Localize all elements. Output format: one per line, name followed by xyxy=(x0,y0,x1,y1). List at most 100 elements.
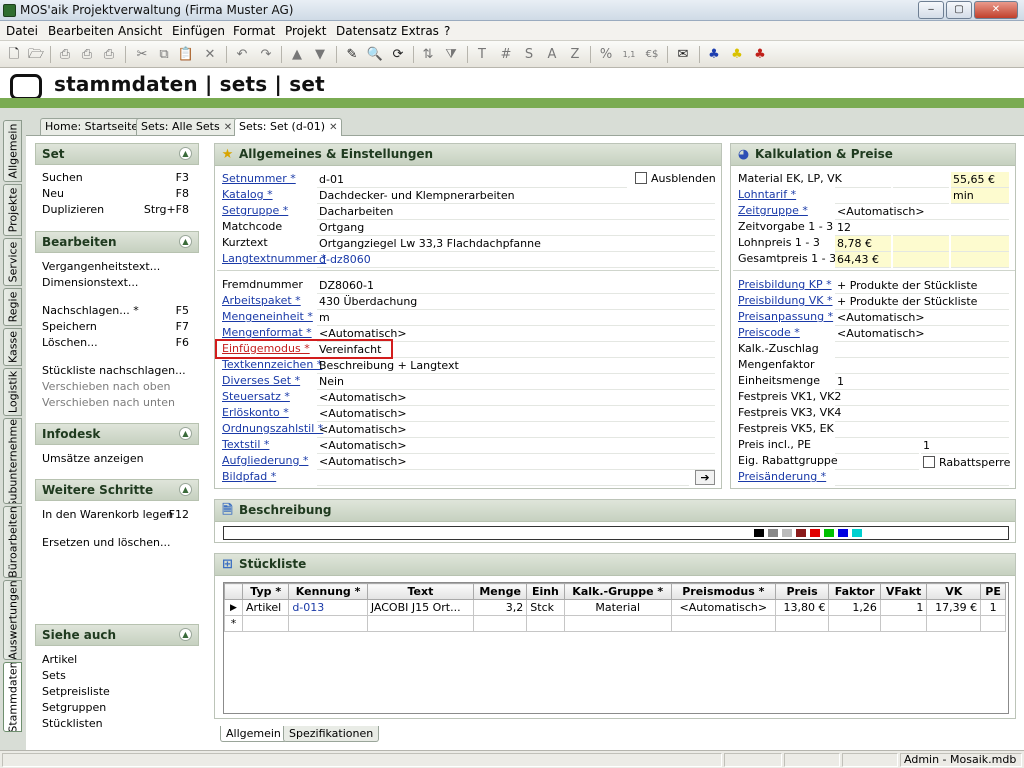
bottomtab-allgemein[interactable]: Allgemein xyxy=(220,726,287,742)
menu-format[interactable]: Format xyxy=(233,24,275,38)
col-vk[interactable]: VK xyxy=(926,583,982,600)
close-button[interactable]: ✕ xyxy=(974,1,1018,19)
open-folder-icon[interactable]: 🗁 xyxy=(26,45,46,65)
field-steuersatz[interactable]: <Automatisch> xyxy=(317,390,715,406)
collapse-icon[interactable]: ▲ xyxy=(179,147,192,160)
label-preiscode[interactable]: Preiscode * xyxy=(738,326,800,339)
link-stuecklisten[interactable]: Stücklisten xyxy=(42,717,103,730)
field-ordnungszahlstil[interactable]: <Automatisch> xyxy=(317,422,715,438)
cut-icon[interactable]: ✂ xyxy=(132,45,152,65)
vtab-bueroarbeiten[interactable]: Büroarbeiten xyxy=(3,506,22,578)
collapse-icon[interactable]: ▲ xyxy=(179,483,192,496)
field-zeitvorgabe-1-3-1[interactable]: 12 xyxy=(835,220,891,236)
action-ersetzen-loeschen[interactable]: Ersetzen und löschen... xyxy=(42,536,170,549)
field-festpreis-vk5-ek[interactable] xyxy=(835,422,1009,438)
action-loeschen[interactable]: Löschen... xyxy=(42,336,98,349)
number-format-icon[interactable]: # xyxy=(496,45,516,65)
field-kurztext[interactable]: Ortgangziegel Lw 33,3 Flachdachpfanne xyxy=(317,236,715,252)
refresh-icon[interactable]: ⟳ xyxy=(388,45,408,65)
label-diverses-set[interactable]: Diverses Set * xyxy=(222,374,300,387)
link-sets[interactable]: Sets xyxy=(42,669,66,682)
table-row[interactable]: ▶ Artikel d-013 JACOBI J15 Ort... 3,2 St… xyxy=(224,599,1006,616)
field-festpreis-vk1-vk2[interactable] xyxy=(835,390,1009,406)
maximize-button[interactable]: ▢ xyxy=(946,1,972,19)
checkbox-box[interactable] xyxy=(923,456,935,468)
label-erloeskonto[interactable]: Erlöskonto * xyxy=(222,406,289,419)
col-preismodus[interactable]: Preismodus * xyxy=(670,583,776,600)
print-icon[interactable]: ⎙ xyxy=(55,45,75,65)
col-typ[interactable]: Typ * xyxy=(241,583,290,600)
label-langtextnummer[interactable]: Langtextnummer * xyxy=(222,252,326,265)
label-textkennzeichen[interactable]: Textkennzeichen * xyxy=(222,358,322,371)
field-erloeskonto[interactable]: <Automatisch> xyxy=(317,406,715,422)
field-preisbildung-vk[interactable]: + Produkte der Stückliste xyxy=(835,294,1009,310)
label-preisbildung-vk[interactable]: Preisbildung VK * xyxy=(738,294,833,307)
field-langtextnummer[interactable]: d-dz8060 xyxy=(317,252,715,268)
label-aufgliederung[interactable]: Aufgliederung * xyxy=(222,454,308,467)
group-weitere-header[interactable]: Weitere Schritte ▲ xyxy=(35,479,199,501)
label-preisaenderung[interactable]: Preisänderung * xyxy=(738,470,826,483)
menu-projekt[interactable]: Projekt xyxy=(285,24,326,38)
col-text[interactable]: Text xyxy=(366,583,475,600)
new-row[interactable]: * xyxy=(224,615,1006,632)
currency-icon[interactable]: €$ xyxy=(642,45,662,65)
label-setnummer[interactable]: Setnummer * xyxy=(222,172,296,185)
field-mengeneinheit[interactable]: m xyxy=(317,310,715,326)
field-festpreis-vk3-vk4[interactable] xyxy=(835,406,1009,422)
filter-icon[interactable]: ⧩ xyxy=(441,45,461,65)
collapse-icon[interactable]: ▲ xyxy=(179,235,192,248)
field-lohnpreis-1-3-3[interactable] xyxy=(951,236,1009,252)
mail-icon[interactable]: ✉ xyxy=(673,45,693,65)
field-zeitgruppe[interactable]: <Automatisch> xyxy=(835,204,1009,220)
doctab-alle-sets[interactable]: Sets: Alle Sets ✕ xyxy=(136,118,238,135)
field-preis-incl-pe-2[interactable]: 1 xyxy=(921,438,1009,454)
close-tab-icon[interactable]: ✕ xyxy=(224,122,232,133)
group-set-header[interactable]: Set ▲ xyxy=(35,143,199,165)
col-preis[interactable]: Preis xyxy=(774,583,830,600)
menu-datensatz[interactable]: Datensatz xyxy=(336,24,397,38)
a-format-icon[interactable]: A xyxy=(542,45,562,65)
action-vergangenheitstext[interactable]: Vergangenheitstext... xyxy=(42,260,160,273)
sort-icon[interactable]: ⇅ xyxy=(418,45,438,65)
edit-pencil-icon[interactable]: ✎ xyxy=(342,45,362,65)
field-einheitsmenge[interactable]: 1 xyxy=(835,374,1009,390)
field-textkennzeichen[interactable]: Beschreibung + Langtext xyxy=(317,358,715,374)
bottomtab-spezifikationen[interactable]: Spezifikationen xyxy=(283,726,380,742)
doctab-set-d01[interactable]: Sets: Set (d-01) ✕ xyxy=(234,118,343,136)
field-textstil[interactable]: <Automatisch> xyxy=(317,438,715,454)
close-tab-icon[interactable]: ✕ xyxy=(329,122,337,133)
vtab-kasse[interactable]: Kasse xyxy=(3,328,22,366)
field-gesamtpreis-1-3-2[interactable] xyxy=(893,252,949,268)
col-pe[interactable]: PE xyxy=(980,583,1006,600)
paste-icon[interactable]: 📋 xyxy=(176,45,196,65)
group-bearbeiten-header[interactable]: Bearbeiten ▲ xyxy=(35,231,199,253)
ausblenden-checkbox[interactable]: Ausblenden xyxy=(635,172,716,185)
vtab-auswertungen[interactable]: Auswertungen xyxy=(3,580,22,660)
vtab-regie[interactable]: Regie xyxy=(3,288,22,326)
vtab-allgemein[interactable]: Allgemein xyxy=(3,120,22,182)
undo-icon[interactable]: ↶ xyxy=(232,45,252,65)
menu-bearbeiten[interactable]: Bearbeiten xyxy=(48,24,114,38)
field-gesamtpreis-1-3-3[interactable] xyxy=(951,252,1009,268)
print-preview-icon[interactable]: ⎙ xyxy=(77,45,97,65)
percent-icon[interactable]: % xyxy=(596,45,616,65)
field-setgruppe[interactable]: Dacharbeiten xyxy=(317,204,715,220)
col-kennung[interactable]: Kennung * xyxy=(288,583,368,600)
vtab-subunternehmer[interactable]: Subunternehmer xyxy=(3,418,22,504)
label-preisbildung-kp[interactable]: Preisbildung KP * xyxy=(738,278,832,291)
field-material-ek-lp-vk-2[interactable] xyxy=(893,172,949,188)
link-artikel[interactable]: Artikel xyxy=(42,653,77,666)
field-gesamtpreis-1-3-1[interactable]: 64,43 € xyxy=(835,252,891,268)
col-vfakt[interactable]: VFakt xyxy=(879,583,928,600)
field-lohnpreis-1-3-2[interactable] xyxy=(893,236,949,252)
field-fremdnummer[interactable]: DZ8060-1 xyxy=(317,278,715,294)
link-setgruppen[interactable]: Setgruppen xyxy=(42,701,106,714)
action-warenkorb[interactable]: In den Warenkorb legen xyxy=(42,508,173,521)
col-einh[interactable]: Einh xyxy=(526,583,565,600)
menu-extras[interactable]: Extras xyxy=(401,24,439,38)
collapse-icon[interactable]: ▲ xyxy=(179,628,192,641)
delete-icon[interactable]: ✕ xyxy=(200,45,220,65)
label-katalog[interactable]: Katalog * xyxy=(222,188,273,201)
label-arbeitspaket[interactable]: Arbeitspaket * xyxy=(222,294,301,307)
action-speichern[interactable]: Speichern xyxy=(42,320,97,333)
